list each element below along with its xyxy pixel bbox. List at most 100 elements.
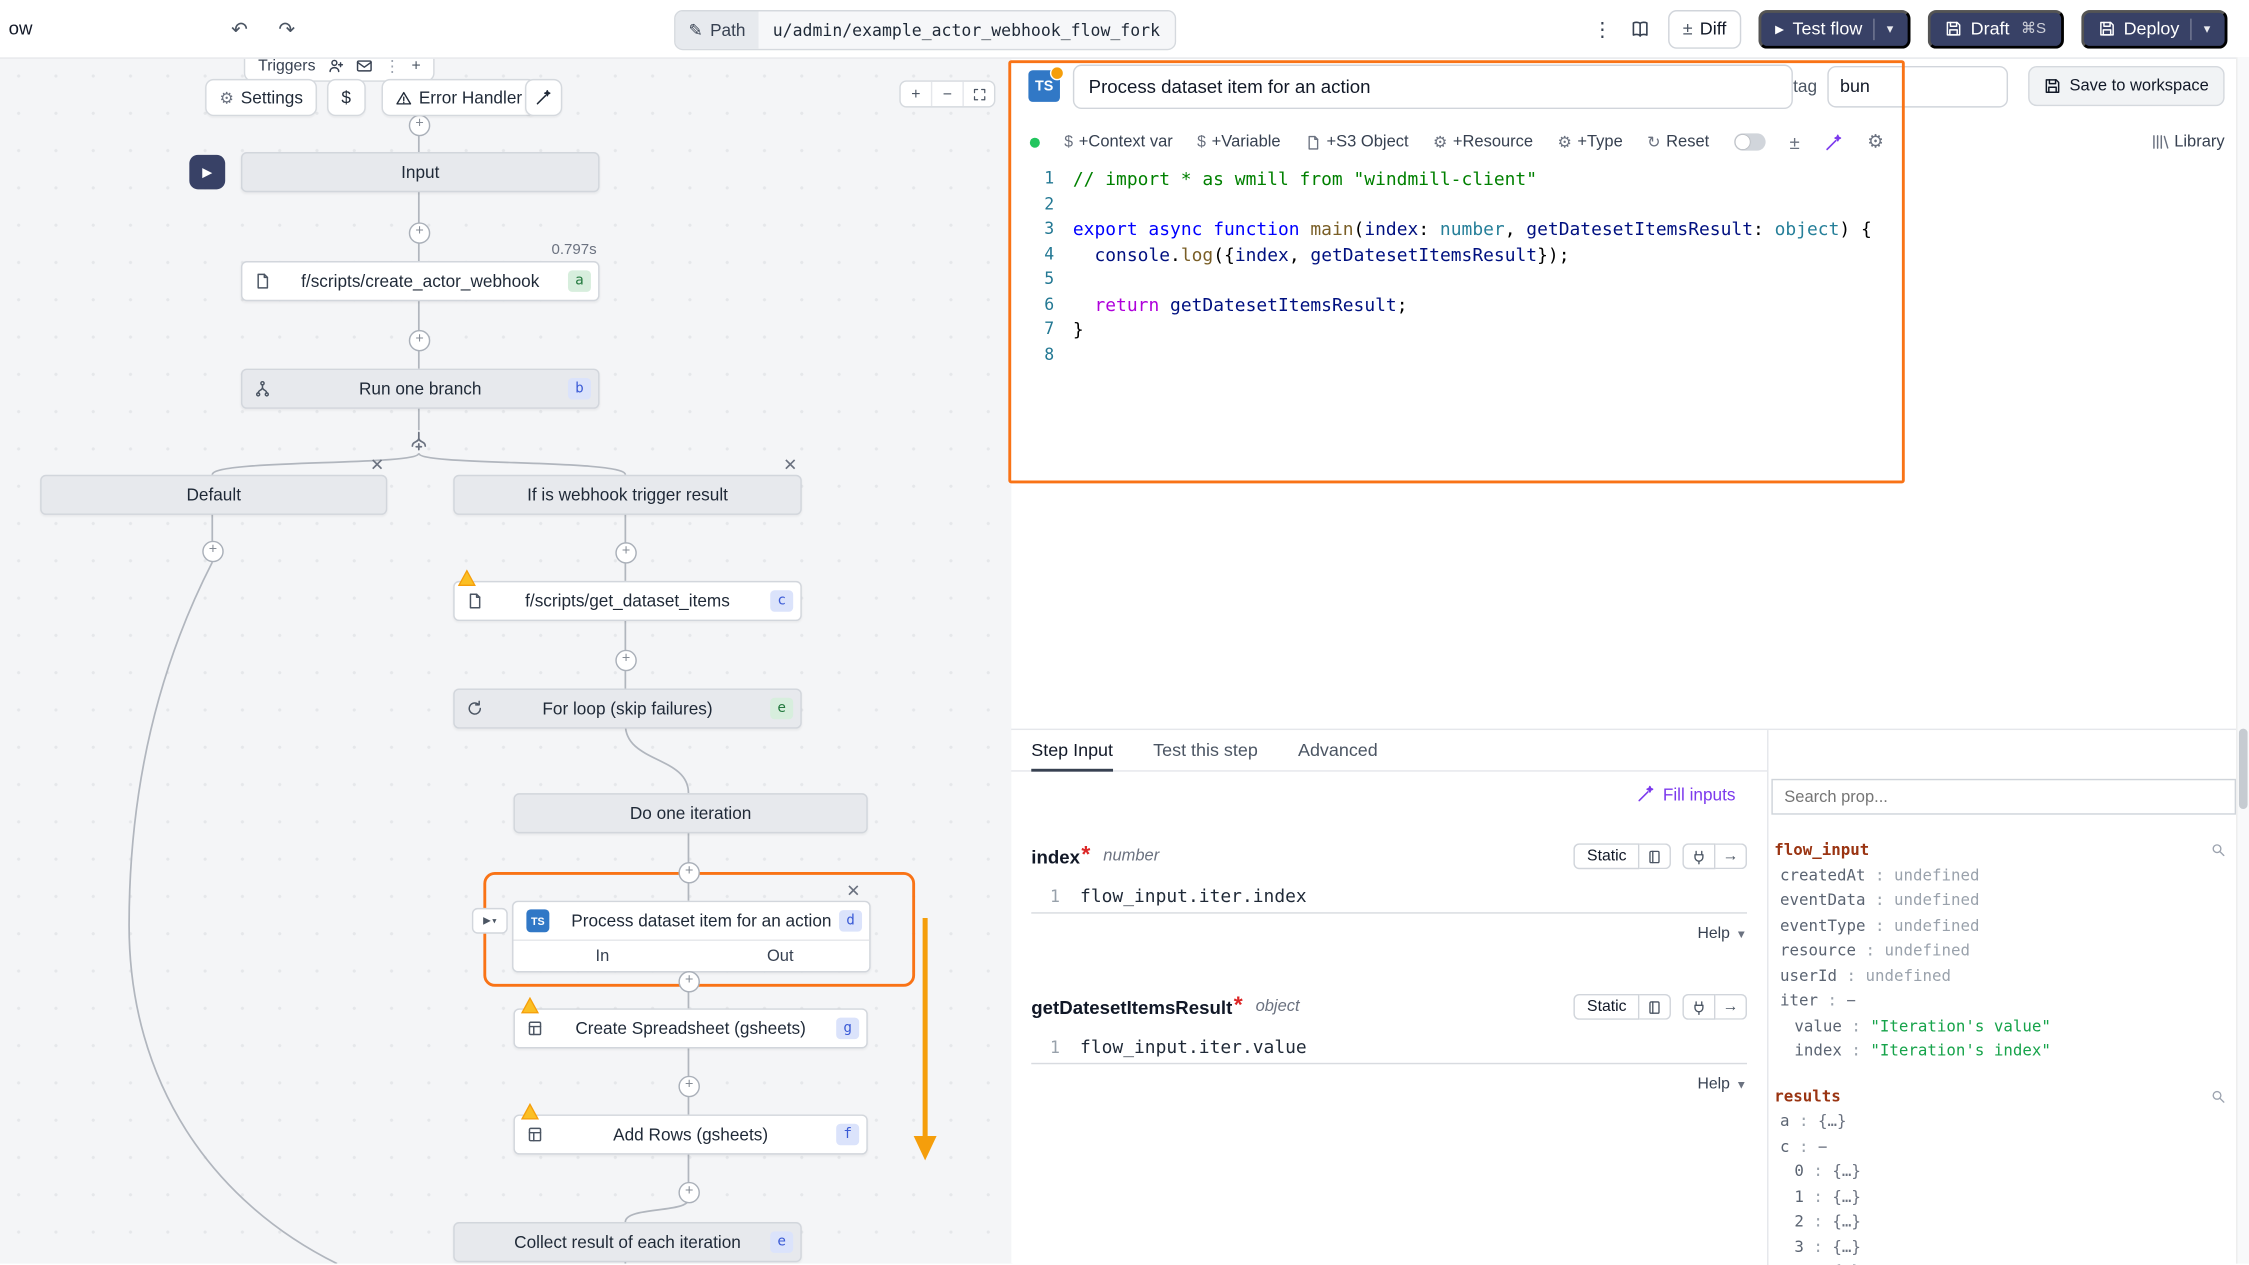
apply-arrow-button[interactable]: →	[1715, 843, 1747, 869]
close-icon[interactable]: ✕	[370, 456, 384, 473]
node-do-one-iteration[interactable]: Do one iteration	[513, 793, 867, 833]
workspace-variables-button[interactable]: $	[327, 79, 365, 116]
help-toggle[interactable]: Help▼	[1031, 1067, 1747, 1101]
run-flow-button[interactable]: ▶	[189, 155, 225, 189]
node-add-rows[interactable]: Add Rows (gsheets) f	[513, 1114, 867, 1154]
reset-button[interactable]: ↻Reset	[1647, 133, 1709, 152]
vertical-scrollbar[interactable]	[2236, 57, 2249, 1263]
port-in[interactable]: In	[513, 941, 691, 971]
close-icon[interactable]: ✕	[783, 456, 797, 473]
draft-button[interactable]: Draft ⌘S	[1928, 9, 2064, 48]
expression-input[interactable]: 1 flow_input.iter.index	[1031, 879, 1747, 913]
add-s3-object-button[interactable]: +S3 Object	[1305, 133, 1409, 150]
prop-row[interactable]: 0 : {…}	[1774, 1159, 2232, 1184]
test-flow-button[interactable]: ▶ Test flow ▾	[1758, 9, 1911, 48]
add-type-button[interactable]: ⚙+Type	[1557, 133, 1622, 152]
tab-test-this-step[interactable]: Test this step	[1153, 730, 1258, 772]
static-mode-button[interactable]: Static	[1574, 994, 1639, 1020]
ai-assistant-button[interactable]	[525, 79, 562, 116]
prop-row[interactable]: a : {…}	[1774, 1109, 2232, 1134]
fit-view-button[interactable]	[962, 82, 994, 106]
tab-advanced[interactable]: Advanced	[1298, 730, 1378, 772]
editor-settings-button[interactable]: ⚙	[1867, 131, 1884, 154]
static-mode-button[interactable]: Static	[1574, 843, 1639, 869]
tag-input[interactable]	[1827, 65, 2008, 107]
prop-row[interactable]: 2 : {…}	[1774, 1209, 2232, 1234]
library-button[interactable]: Library	[2151, 133, 2224, 150]
apply-arrow-button[interactable]: →	[1715, 994, 1747, 1020]
node-branch-if-webhook[interactable]: If is webhook trigger result	[453, 475, 802, 515]
search-icon[interactable]	[2210, 842, 2226, 858]
node-collect-result[interactable]: Collect result of each iteration e	[453, 1222, 802, 1262]
help-toggle[interactable]: Help▼	[1031, 917, 1747, 951]
expression-mode-button[interactable]	[1639, 843, 1671, 869]
mail-icon[interactable]	[356, 57, 373, 74]
prop-row[interactable]: value : "Iteration's value"	[1774, 1013, 2232, 1038]
diff-icon[interactable]: ±	[1790, 131, 1800, 153]
deploy-button[interactable]: Deploy ▾	[2081, 9, 2228, 48]
prop-row[interactable]: iter : −	[1774, 988, 2232, 1013]
add-context-var-button[interactable]: $+Context var	[1064, 133, 1173, 150]
kebab-menu-button[interactable]: ⋮	[1592, 16, 1612, 40]
add-step-button[interactable]: +	[409, 115, 431, 137]
props-section-title[interactable]: results	[1774, 1084, 2232, 1109]
add-step-button[interactable]: +	[615, 650, 637, 672]
expression-input[interactable]: 1 flow_input.iter.value	[1031, 1030, 1747, 1064]
node-branch-default[interactable]: Default	[40, 475, 387, 515]
prop-row[interactable]: 3 : {…}	[1774, 1234, 2232, 1259]
props-section-title[interactable]: flow_input	[1774, 838, 2232, 863]
user-plus-icon[interactable]	[327, 57, 344, 74]
add-step-button[interactable]: +	[615, 542, 637, 564]
add-step-button[interactable]: +	[678, 1076, 700, 1098]
ai-wand-button[interactable]	[1824, 133, 1843, 152]
node-get-dataset-items[interactable]: f/scripts/get_dataset_items c	[453, 581, 802, 621]
node-run-one-branch[interactable]: Run one branch b	[241, 369, 600, 409]
code-editor[interactable]: 1// import * as wmill from "windmill-cli…	[1011, 166, 1929, 367]
path-chip[interactable]: ✎ Path u/admin/example_actor_webhook_flo…	[674, 10, 1176, 50]
add-step-button[interactable]: +	[409, 330, 431, 352]
node-process-dataset-item[interactable]: TS Process dataset item for an action d …	[512, 901, 871, 973]
port-out[interactable]: Out	[691, 941, 869, 971]
prop-row[interactable]: eventData : undefined	[1774, 888, 2232, 913]
save-to-workspace-button[interactable]: Save to workspace	[2028, 66, 2225, 106]
diff-button[interactable]: ± Diff	[1668, 9, 1740, 48]
add-step-button[interactable]: +	[409, 222, 431, 244]
prop-row[interactable]: 4 : {…}	[1774, 1259, 2232, 1265]
branch-split-icon[interactable]	[407, 430, 430, 453]
tab-step-input[interactable]: Step Input	[1031, 730, 1113, 772]
search-props-input[interactable]	[1771, 779, 2236, 815]
run-step-pill[interactable]: ▶▾	[472, 908, 508, 934]
add-step-button[interactable]: +	[202, 541, 224, 563]
zoom-out-button[interactable]: −	[931, 82, 963, 106]
add-trigger-button[interactable]: +	[412, 57, 421, 74]
undo-button[interactable]: ↶	[222, 11, 256, 45]
add-resource-button[interactable]: ⚙+Resource	[1433, 133, 1533, 152]
node-create-actor-webhook[interactable]: f/scripts/create_actor_webhook a	[241, 261, 600, 301]
zoom-in-button[interactable]: +	[901, 82, 931, 106]
prop-row[interactable]: eventType : undefined	[1774, 913, 2232, 938]
node-input[interactable]: Input	[241, 152, 600, 192]
prop-row[interactable]: resource : undefined	[1774, 938, 2232, 963]
redo-button[interactable]: ↷	[270, 11, 304, 45]
scrollbar-thumb[interactable]	[2239, 729, 2248, 809]
node-for-loop[interactable]: For loop (skip failures) e	[453, 688, 802, 728]
prop-row[interactable]: createdAt : undefined	[1774, 863, 2232, 888]
error-handler-button[interactable]: Error Handler	[382, 79, 537, 116]
prop-row[interactable]: 1 : {…}	[1774, 1184, 2232, 1209]
expression-mode-button[interactable]	[1639, 994, 1671, 1020]
add-step-button[interactable]: +	[678, 1182, 700, 1204]
assistant-toggle[interactable]	[1734, 133, 1766, 150]
prop-row[interactable]: c : −	[1774, 1134, 2232, 1159]
more-icon[interactable]: ⋮	[384, 57, 400, 75]
flow-settings-button[interactable]: ⚙ Settings	[205, 79, 317, 116]
prop-row[interactable]: userId : undefined	[1774, 963, 2232, 988]
chevron-down-icon[interactable]: ▾	[1887, 21, 1893, 37]
add-step-button[interactable]: +	[678, 971, 700, 993]
step-title-input[interactable]	[1073, 64, 1793, 108]
connect-input-button[interactable]	[1682, 994, 1715, 1020]
node-create-spreadsheet[interactable]: Create Spreadsheet (gsheets) g	[513, 1008, 867, 1048]
flow-canvas[interactable]: Triggers ⋮ + ⚙ Settings $ Error Handler …	[0, 57, 1013, 1263]
add-variable-button[interactable]: $+Variable	[1197, 133, 1280, 150]
close-icon[interactable]: ✕	[846, 882, 860, 899]
add-step-button[interactable]: +	[678, 862, 700, 884]
